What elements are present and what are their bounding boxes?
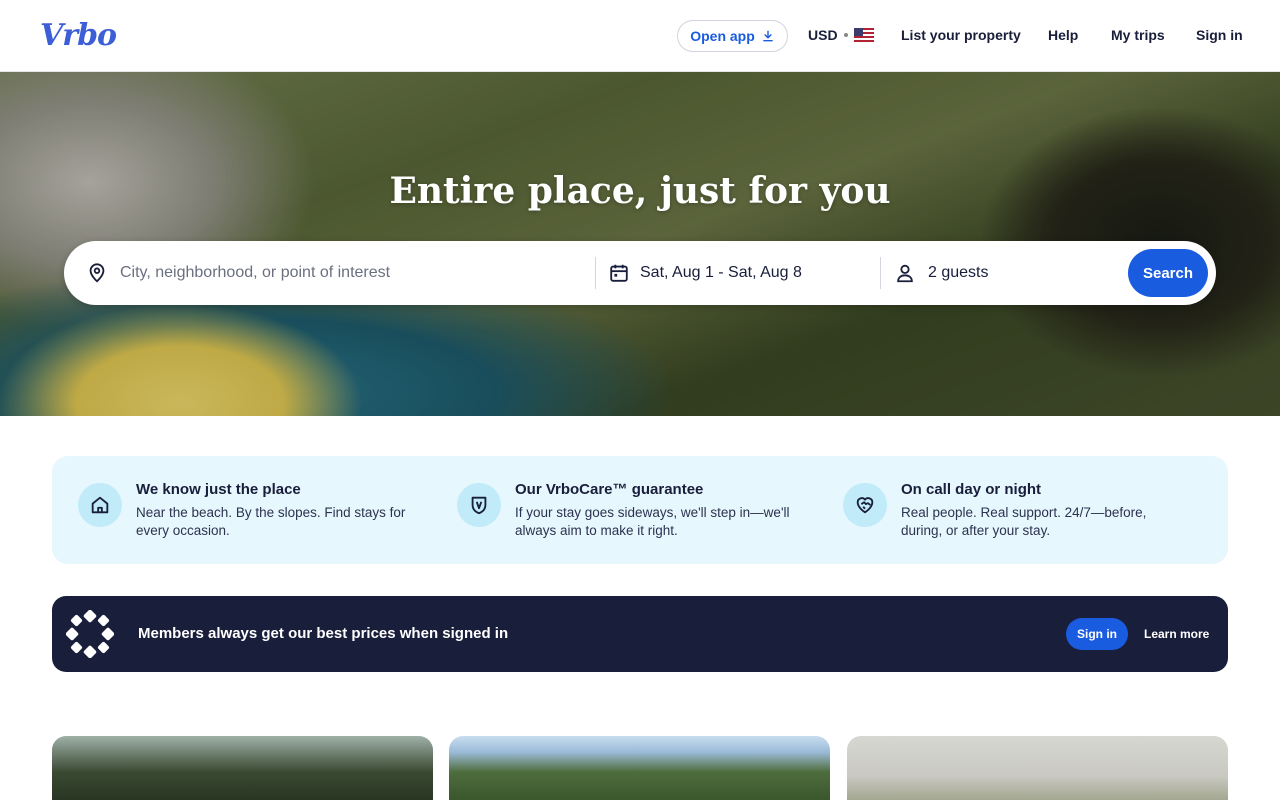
dates-field[interactable]: Sat, Aug 1 - Sat, Aug 8 (608, 241, 878, 305)
members-learn-more-link[interactable]: Learn more (1144, 627, 1209, 641)
destination-field[interactable]: City, neighborhood, or point of interest (86, 241, 594, 305)
open-app-button[interactable]: Open app (677, 20, 788, 52)
value-prop-text: Real people. Real support. 24/7—before, … (901, 505, 1147, 538)
value-prop-text: Near the beach. By the slopes. Find stay… (136, 505, 406, 538)
divider (880, 257, 881, 289)
currency-selector[interactable]: USD (808, 27, 874, 43)
members-banner: Members always get our best prices when … (52, 596, 1228, 672)
destination-card[interactable] (847, 736, 1228, 800)
nav-help[interactable]: Help (1048, 27, 1078, 43)
value-prop: On call day or night Real people. Real s… (843, 456, 1213, 564)
members-sign-in-button[interactable]: Sign in (1066, 618, 1128, 650)
divider (595, 257, 596, 289)
nav-list-property[interactable]: List your property (901, 27, 1021, 43)
vrbo-logo[interactable]: Vrbo (40, 18, 117, 53)
value-prop-title: We know just the place (136, 481, 301, 498)
destination-card[interactable] (449, 736, 830, 800)
members-banner-text: Members always get our best prices when … (138, 625, 509, 642)
shield-icon (471, 496, 487, 515)
search-button[interactable]: Search (1128, 249, 1208, 297)
top-header: Vrbo Open app USD List your property Hel… (0, 0, 1280, 72)
calendar-icon (610, 264, 628, 282)
hero-title: Entire place, just for you (389, 170, 891, 212)
value-props: We know just the place Near the beach. B… (52, 456, 1228, 564)
members-badge-icon (66, 610, 114, 658)
value-prop-title: On call day or night (901, 481, 1042, 498)
us-flag-icon (853, 28, 874, 42)
value-prop-title: Our VrboCare™ guarantee (515, 481, 704, 498)
house-icon (91, 496, 109, 514)
search-bar: City, neighborhood, or point of interest… (64, 241, 1216, 305)
currency-label: USD (808, 27, 838, 43)
heart-handshake-icon (856, 497, 874, 514)
hero-banner: Entire place, just for you City, neighbo… (0, 72, 1280, 416)
person-icon (897, 264, 913, 283)
separator-dot (843, 33, 848, 37)
destination-placeholder: City, neighborhood, or point of interest (120, 264, 391, 281)
dates-value: Sat, Aug 1 - Sat, Aug 8 (640, 264, 802, 281)
guests-value: 2 guests (928, 264, 989, 281)
nav-my-trips[interactable]: My trips (1111, 27, 1165, 43)
value-prop: We know just the place Near the beach. B… (78, 456, 438, 564)
house-icon-badge (78, 483, 122, 527)
download-icon (762, 30, 773, 42)
map-pin-icon (89, 263, 105, 283)
heart-handshake-icon-badge (843, 483, 887, 527)
value-prop: Our VrboCare™ guarantee If your stay goe… (457, 456, 827, 564)
nav-sign-in[interactable]: Sign in (1196, 27, 1243, 43)
destination-card[interactable] (52, 736, 433, 800)
shield-icon-badge (457, 483, 501, 527)
guests-field[interactable]: 2 guests (894, 241, 1114, 305)
value-prop-text: If your stay goes sideways, we'll step i… (515, 505, 790, 538)
open-app-label: Open app (690, 28, 755, 44)
